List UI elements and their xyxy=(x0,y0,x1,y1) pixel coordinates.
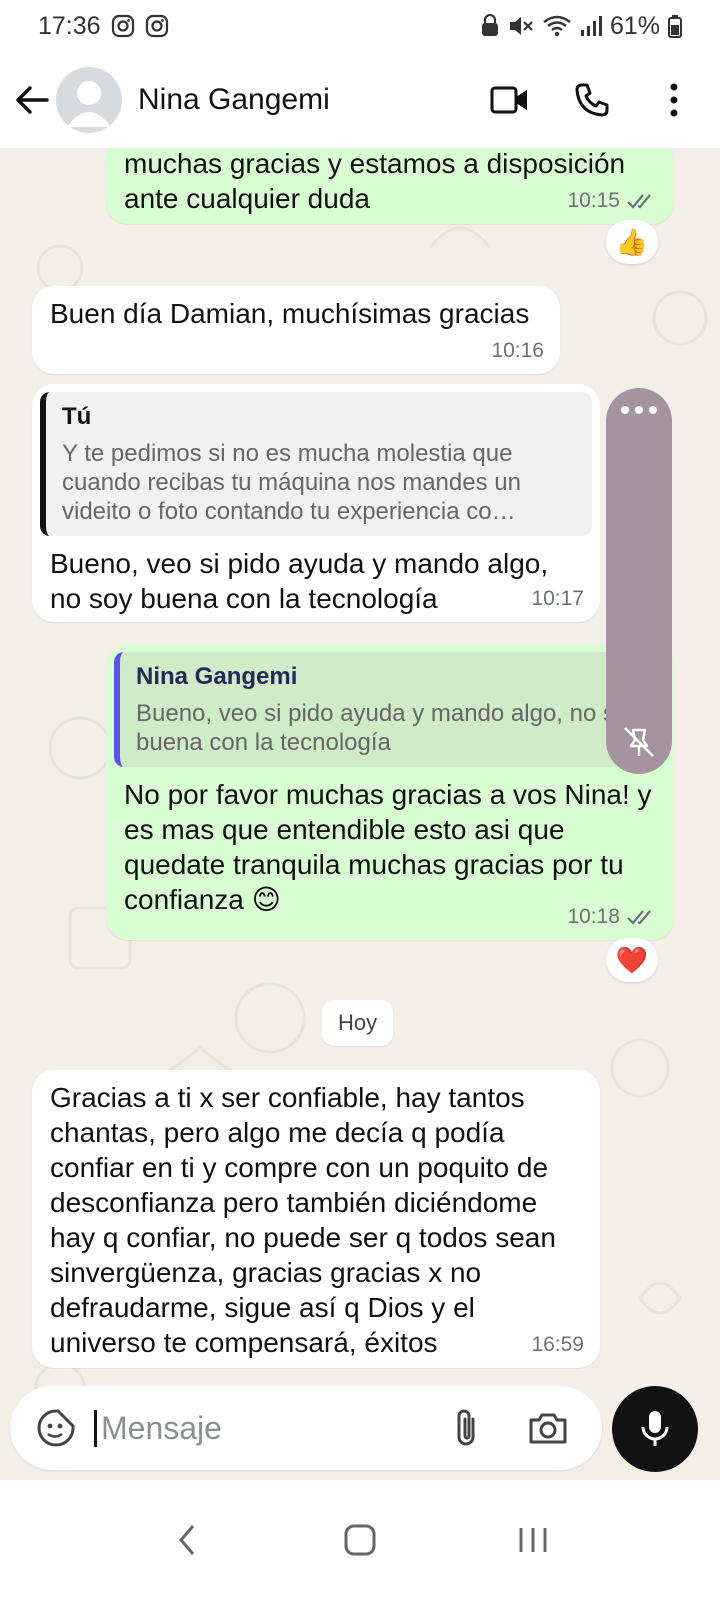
instagram-icon xyxy=(111,14,135,38)
message-time: 10:16 xyxy=(491,339,544,362)
more-options-button[interactable] xyxy=(646,72,702,128)
nav-home-button[interactable] xyxy=(320,1500,400,1580)
mute-icon xyxy=(508,14,534,38)
camera-icon xyxy=(529,1413,567,1444)
voice-call-button[interactable] xyxy=(564,72,620,128)
reaction-badge[interactable]: 👍 xyxy=(606,220,658,264)
message-meta: 10:16 xyxy=(491,333,544,368)
heart-icon: ❤️ xyxy=(615,944,649,975)
quote-text: Y te pedimos si no es mucha molestia que… xyxy=(62,440,521,525)
sticker-button[interactable] xyxy=(26,1398,86,1458)
video-call-icon xyxy=(490,86,527,114)
chat-area[interactable]: muchas gracias y estamos a disposición a… xyxy=(0,148,720,1410)
quote-author: Tú xyxy=(62,403,92,430)
read-receipt-icon xyxy=(627,909,651,925)
attach-button[interactable] xyxy=(438,1400,494,1456)
message-meta: 16:59 xyxy=(531,1327,584,1362)
message-text: Bueno, veo si pido ayuda y mando algo, n… xyxy=(50,548,549,614)
camera-button[interactable] xyxy=(520,1400,576,1456)
quoted-message[interactable]: Nina Gangemi Bueno, veo si pido ayuda y … xyxy=(114,652,666,767)
message-text: Buen día Damian, muchísimas gracias xyxy=(50,298,530,329)
message-text: muchas gracias y estamos a disposición a… xyxy=(124,148,626,214)
message-time: 10:17 xyxy=(531,587,584,610)
avatar[interactable] xyxy=(56,67,122,133)
signal-icon xyxy=(580,14,602,38)
more-dots-icon[interactable] xyxy=(621,406,657,414)
quote-author: Nina Gangemi xyxy=(136,663,298,690)
video-call-button[interactable] xyxy=(482,72,538,128)
lock-alarm-icon xyxy=(480,14,500,38)
message-bubble-outgoing[interactable]: Nina Gangemi Bueno, veo si pido ayuda y … xyxy=(106,644,674,940)
message-bubble-incoming[interactable]: Gracias a ti x ser confiable, hay tantos… xyxy=(32,1070,600,1368)
default-avatar-icon xyxy=(67,81,111,127)
message-composer xyxy=(10,1386,602,1470)
message-meta: 10:18 xyxy=(567,899,658,934)
phone-icon xyxy=(575,83,609,117)
status-bar: 17:36 61% xyxy=(0,0,720,52)
reaction-badge[interactable]: ❤️ xyxy=(606,938,658,982)
floating-side-panel[interactable] xyxy=(606,388,672,774)
voice-message-button[interactable] xyxy=(612,1386,698,1472)
back-arrow-icon xyxy=(16,86,49,114)
message-bubble-incoming[interactable]: Tú Y te pedimos si no es mucha molestia … xyxy=(32,384,600,622)
message-text: Gracias a ti x ser confiable, hay tantos… xyxy=(50,1082,556,1358)
battery-percent: 61% xyxy=(609,11,660,40)
battery-icon xyxy=(668,14,682,38)
wifi-icon xyxy=(542,14,572,38)
thumbs-up-icon: 👍 xyxy=(615,226,649,257)
nav-back-icon xyxy=(178,1525,194,1555)
message-meta: 10:15 xyxy=(567,183,658,218)
message-text: No por favor muchas gracias a vos Nina! … xyxy=(124,779,652,915)
pin-off-icon[interactable] xyxy=(621,724,657,760)
nav-home-icon xyxy=(344,1524,376,1556)
message-meta: 10:17 xyxy=(531,581,584,616)
mic-icon xyxy=(641,1411,669,1446)
nav-back-button[interactable] xyxy=(147,1500,227,1580)
read-receipt-icon xyxy=(627,193,651,209)
message-time: 10:18 xyxy=(567,905,620,928)
message-bubble-incoming[interactable]: Buen día Damian, muchísimas gracias 10:1… xyxy=(32,286,560,374)
nav-recents-icon xyxy=(519,1528,547,1552)
nav-recents-button[interactable] xyxy=(493,1500,573,1580)
status-time: 17:36 xyxy=(38,11,101,40)
back-button[interactable] xyxy=(0,68,64,132)
quote-text: Bueno, veo si pido ayuda y mando algo, n… xyxy=(136,700,641,756)
contact-name[interactable]: Nina Gangemi xyxy=(138,83,330,117)
message-time: 10:15 xyxy=(567,189,620,212)
date-divider: Hoy xyxy=(322,1000,394,1046)
instagram-icon xyxy=(145,14,169,38)
chat-header: Nina Gangemi xyxy=(0,52,720,148)
message-input[interactable] xyxy=(94,1409,424,1447)
more-options-icon xyxy=(670,83,678,117)
message-time: 16:59 xyxy=(531,1333,584,1356)
system-nav-bar xyxy=(0,1480,720,1600)
quoted-message[interactable]: Tú Y te pedimos si no es mucha molestia … xyxy=(40,392,592,536)
message-bubble-outgoing[interactable]: muchas gracias y estamos a disposición a… xyxy=(106,148,674,224)
sticker-icon xyxy=(37,1409,75,1447)
attach-icon xyxy=(457,1409,475,1446)
